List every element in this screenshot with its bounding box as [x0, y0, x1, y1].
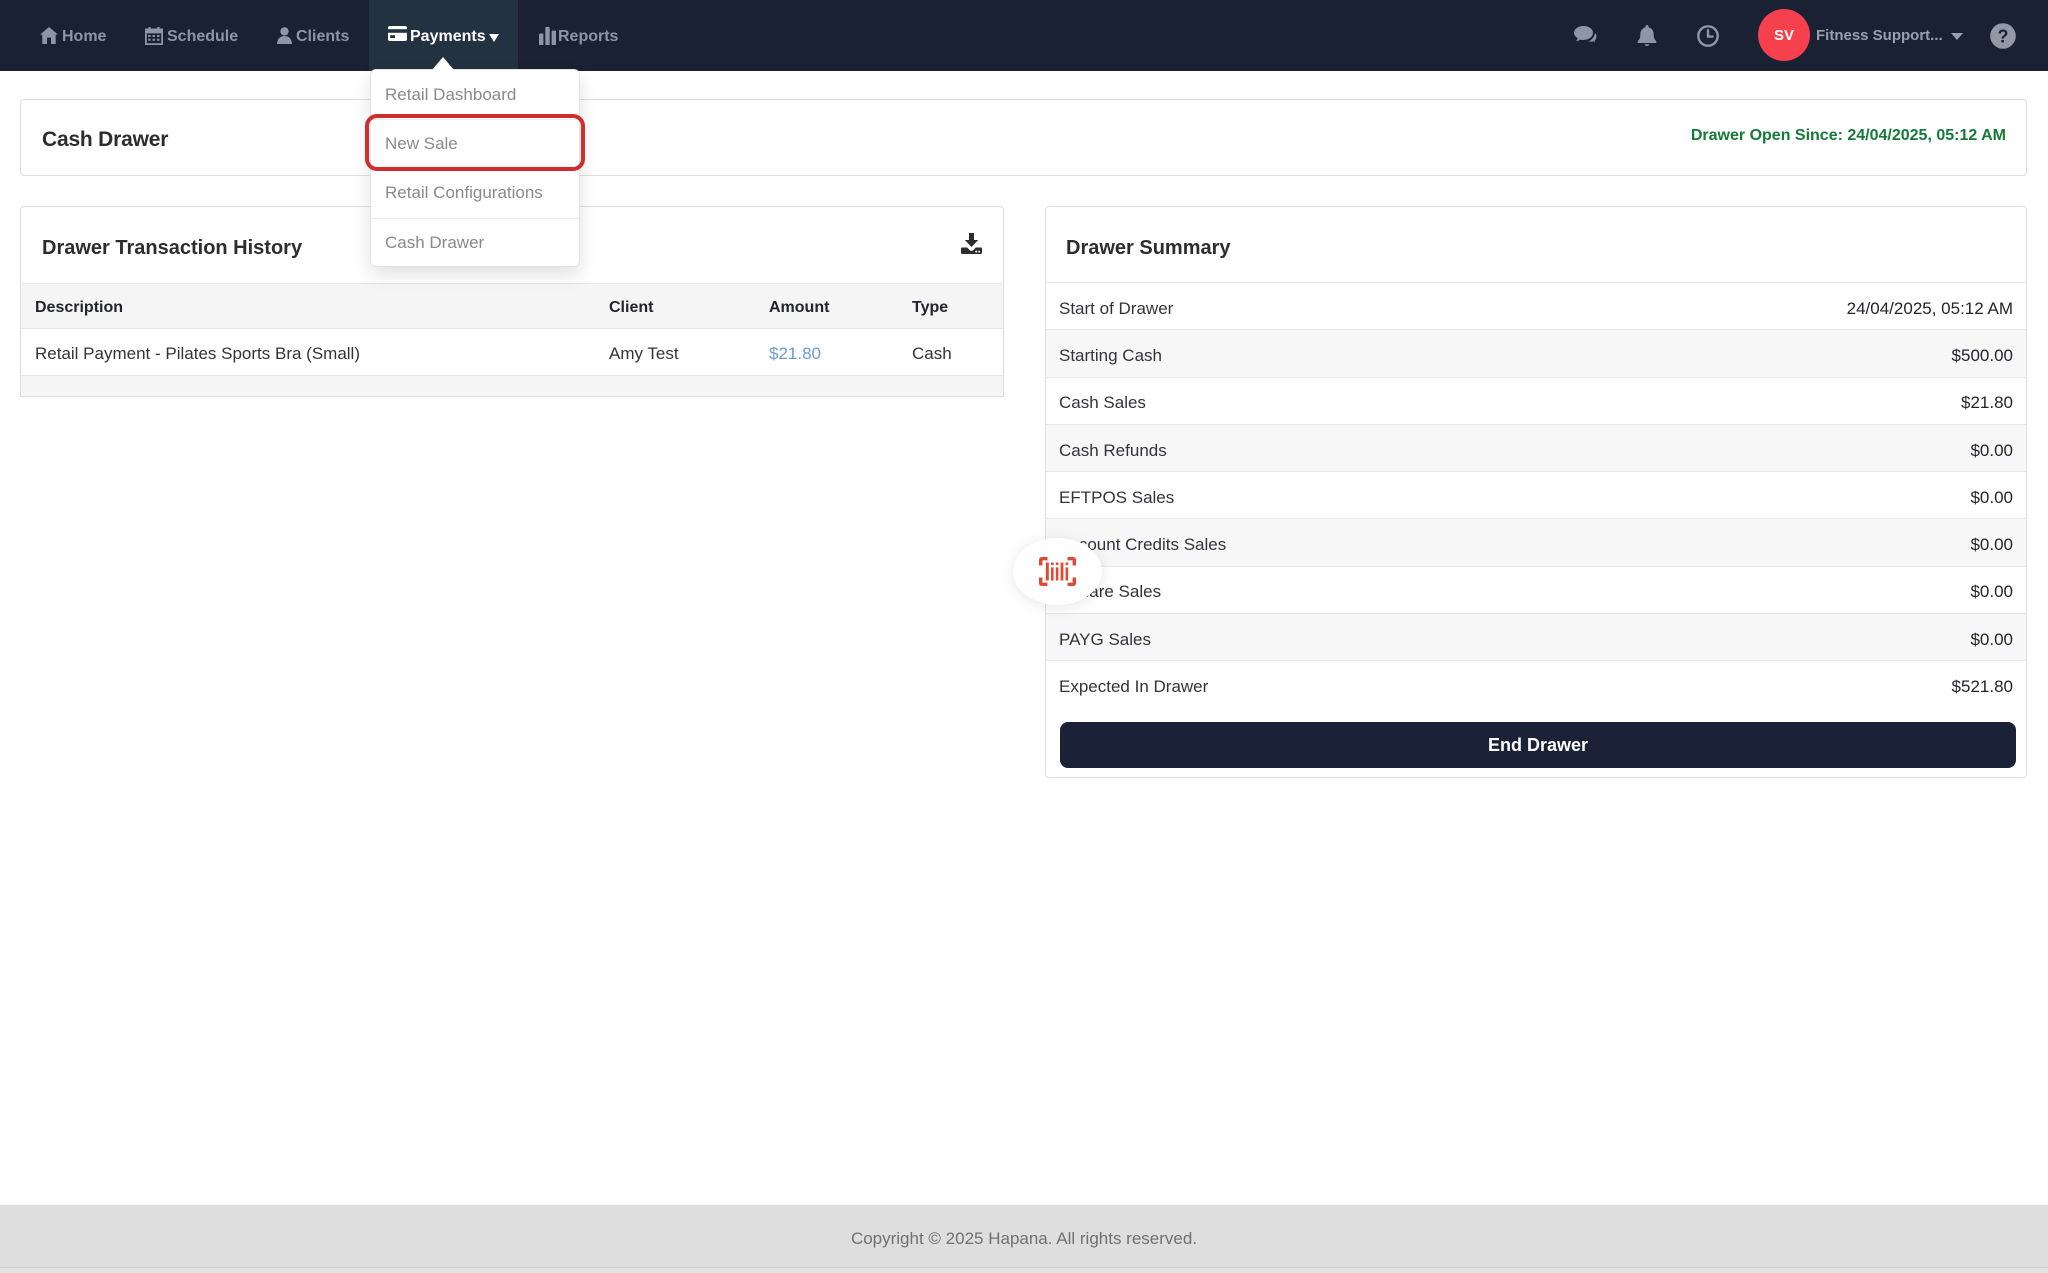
svg-text:?: ? [1998, 26, 2009, 46]
